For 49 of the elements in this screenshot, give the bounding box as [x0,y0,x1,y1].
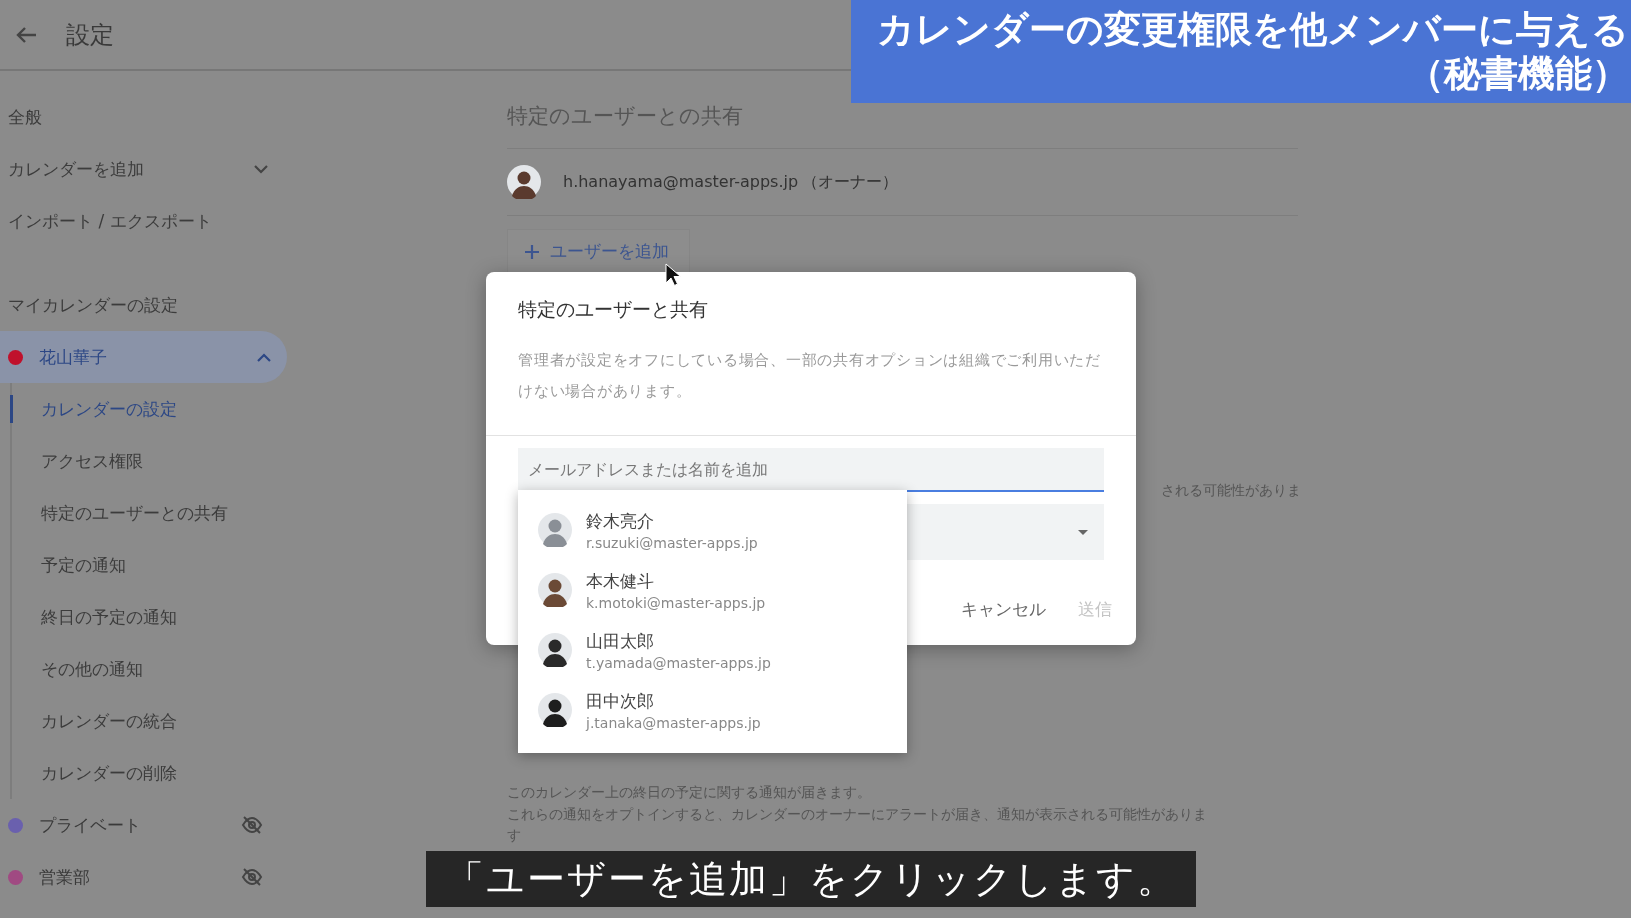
cancel-button[interactable]: キャンセル [957,592,1050,627]
calendar-item[interactable]: プライベート [0,799,287,851]
dialog-title: 特定のユーザーと共有 [518,297,708,322]
contact-email: j.tanaka@master-apps.jp [586,714,761,731]
sidebar-item-label: カレンダーを追加 [8,157,144,181]
page-title: 設定 [66,19,114,51]
owner-role: （オーナー） [802,171,899,193]
contact-name: 本木健斗 [586,569,655,593]
calendar-name: 営業部 [39,865,91,889]
back-arrow-icon [15,25,37,44]
owner-email: h.hanayama@master-apps.jp [563,171,799,193]
sidebar-subitem[interactable]: 予定の通知 [41,553,126,577]
email-input-field[interactable]: メールアドレスまたは名前を追加 [518,448,1104,492]
banner-text: カレンダーの変更権限を他メンバーに与える [877,7,1629,52]
sidebar-item[interactable]: インポート / エクスポート [0,195,290,247]
subtitle-caption: 「ユーザーを追加」をクリックします。 [426,851,1196,907]
avatar [538,633,572,667]
avatar [538,513,572,547]
add-user-button[interactable]: ユーザーを追加 [507,229,690,273]
sidebar-subitem[interactable]: カレンダーの統合 [41,709,177,733]
suggestion-item[interactable]: 田中次郎 j.tanaka@master-apps.jp [518,680,907,740]
plus-icon [524,243,540,260]
sidebar-item[interactable]: 全般 [0,91,290,143]
sidebar-subitem[interactable]: カレンダーの設定 [41,397,177,421]
sidebar-subitem[interactable]: カレンダーの削除 [41,761,177,785]
contact-name: 山田太郎 [586,629,655,653]
calendar-name: プライベート [39,813,142,837]
contact-email: k.motoki@master-apps.jp [586,594,766,611]
avatar [507,165,541,199]
suggestion-item[interactable]: 本木健斗 k.motoki@master-apps.jp [518,560,907,620]
avatar [538,693,572,727]
calendar-item[interactable]: 花山華子 [0,331,287,383]
dialog-description: 管理者が設定をオフにしている場合、一部の共有オプションは組織でご利用いただけない場合があります。 [517,350,1102,402]
banner-text: （秘書機能） [1407,51,1629,96]
calendar-name: 花山華子 [39,345,108,369]
contact-name: 田中次郎 [586,689,655,713]
contact-email: t.yamada@master-apps.jp [586,654,771,671]
sidebar-subitem[interactable]: その他の通知 [41,657,143,681]
sidebar-subitem[interactable]: 終日の予定の通知 [41,605,177,629]
section-title: マイカレンダーの設定 [7,293,179,317]
avatar [538,573,572,607]
dropdown-caret-icon [1078,529,1088,535]
suggestion-item[interactable]: 山田太郎 t.yamada@master-apps.jp [518,620,907,680]
sidebar-subitem[interactable]: 特定のユーザーとの共有 [41,501,228,525]
sidebar-subitem[interactable]: アクセス権限 [41,449,143,473]
calendar-item[interactable]: 営業部 [0,851,287,903]
contact-email: r.suzuki@master-apps.jp [586,534,758,551]
contact-name: 鈴木亮介 [586,509,655,533]
suggestion-item[interactable]: 鈴木亮介 r.suzuki@master-apps.jp [518,500,907,560]
